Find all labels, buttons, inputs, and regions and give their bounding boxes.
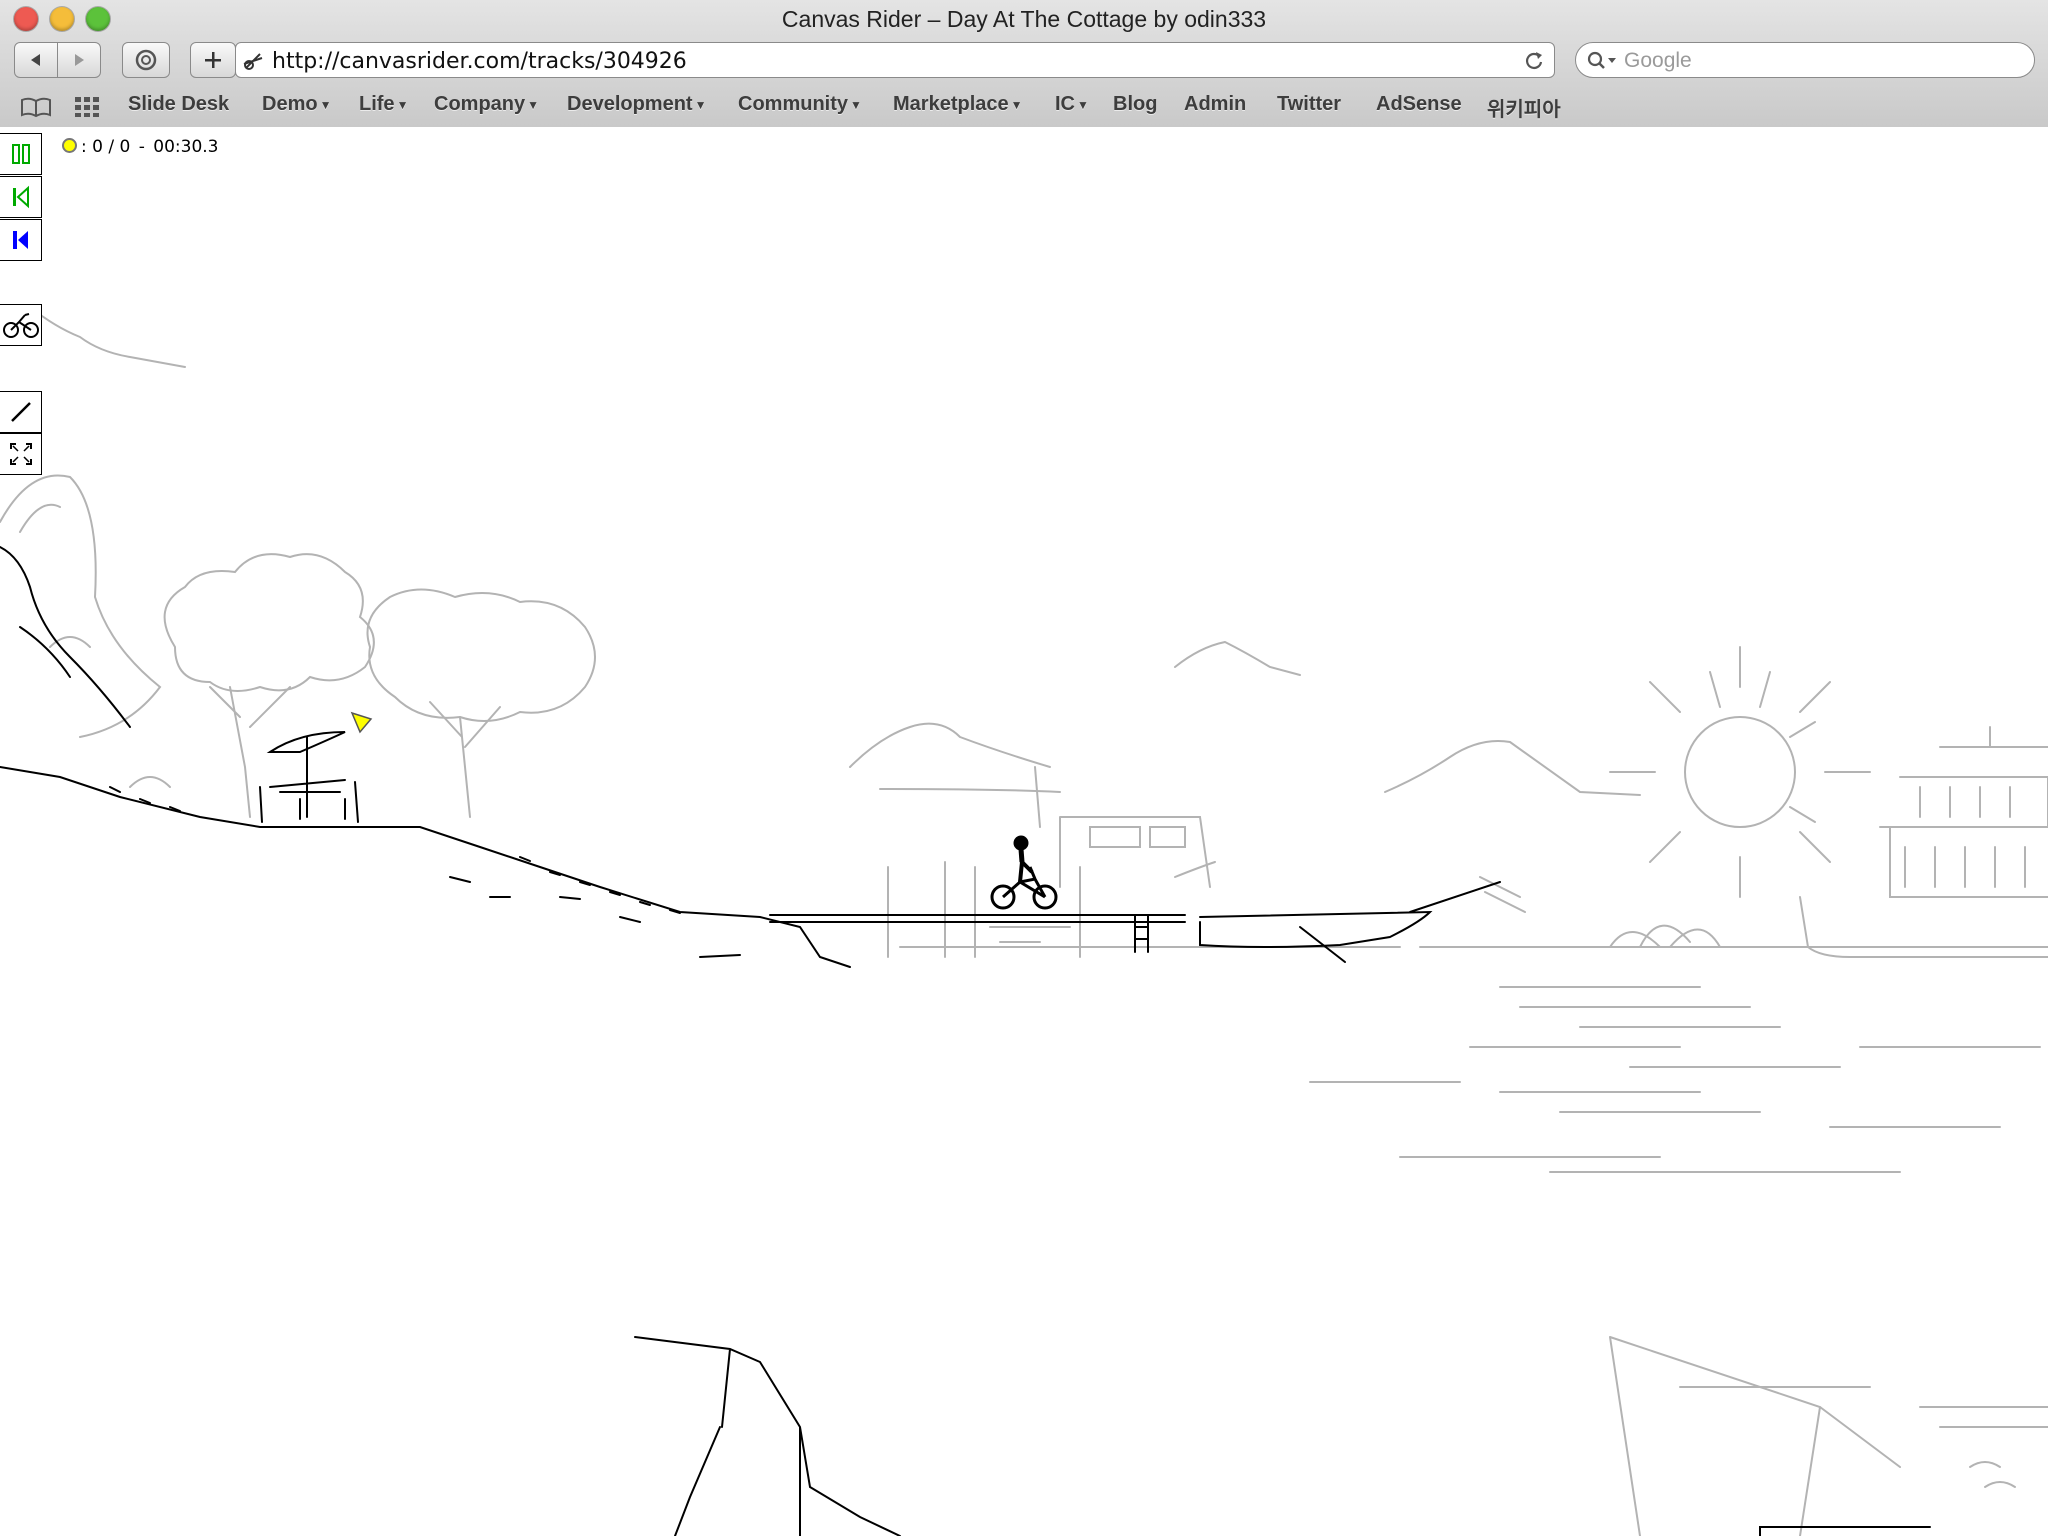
history-icon [135, 49, 157, 71]
checkpoint-icon [12, 231, 28, 249]
bookmark-demo-menu[interactable]: Demo ▼ [262, 93, 331, 116]
pause-button[interactable] [0, 133, 42, 175]
bookmark-life-menu[interactable]: Life ▼ [359, 93, 408, 116]
bookmark-adsense[interactable]: AdSense [1376, 93, 1462, 116]
stars-counter: : 0 / 0 [81, 137, 131, 157]
history-button[interactable] [122, 42, 170, 78]
bookmark-ic-menu[interactable]: IC ▼ [1055, 93, 1089, 116]
bookmark-company-menu[interactable]: Company ▼ [434, 93, 539, 116]
search-field[interactable]: Google [1575, 42, 2035, 78]
umbrella-scenery [266, 731, 346, 782]
bike-select-button[interactable] [0, 304, 42, 346]
fullscreen-icon [9, 443, 32, 465]
bookmark-admin[interactable]: Admin [1184, 93, 1246, 116]
bookmark-wikipia[interactable]: 위키피아 [1487, 93, 1561, 122]
line-tool-icon [10, 402, 31, 422]
checkpoint-button[interactable] [0, 219, 42, 261]
hud-separator: - [138, 137, 145, 157]
browser-chrome: Canvas Rider – Day At The Cottage by odi… [0, 0, 2048, 128]
plus-icon [205, 52, 221, 68]
bookmark-community-menu[interactable]: Community ▼ [738, 93, 862, 116]
chevron-down-icon: ▼ [396, 97, 409, 112]
track-scenery [0, 306, 2048, 1536]
pause-icon [11, 144, 30, 164]
url-text: http://canvasrider.com/tracks/304926 [272, 49, 687, 74]
chevron-down-icon: ▼ [319, 97, 332, 112]
bookmarks-bar: Slide Desk Demo ▼ Life ▼ Company ▼ Developm… [0, 88, 2048, 126]
window-title: Canvas Rider – Day At The Cottage by odi… [781, 6, 1267, 32]
bookmark-development-menu[interactable]: Development ▼ [567, 93, 706, 116]
reload-icon[interactable] [1524, 50, 1544, 70]
chevron-down-icon: ▼ [1077, 97, 1089, 112]
chevron-down-icon: ▼ [694, 97, 707, 112]
bookmark-slide-desk[interactable]: Slide Desk [128, 93, 229, 116]
bookmark-marketplace-menu[interactable]: Marketplace ▼ [893, 93, 1023, 116]
chevron-down-icon: ▼ [850, 97, 862, 112]
restart-icon [12, 185, 29, 209]
browser-toolbar: http://canvasrider.com/tracks/304926 Goo… [0, 38, 2048, 88]
restart-button[interactable] [0, 176, 42, 218]
game-canvas[interactable]: : 0 / 0 - 00:30.3 [0, 127, 2048, 1536]
elapsed-time: 00:30.3 [153, 137, 219, 157]
line-tool-button[interactable] [0, 391, 42, 433]
address-bar[interactable]: http://canvasrider.com/tracks/304926 [235, 42, 1555, 78]
title-bar: Canvas Rider – Day At The Cottage by odi… [0, 0, 2048, 38]
bike-rider [990, 835, 1058, 910]
reading-list-book-icon[interactable] [20, 96, 52, 118]
site-favicon-icon [243, 53, 263, 70]
back-arrow-icon [31, 54, 40, 66]
top-sites-grid-icon[interactable] [74, 96, 102, 118]
forward-arrow-icon [75, 54, 84, 66]
track-lines [0, 546, 1931, 1536]
bookmark-blog[interactable]: Blog [1113, 93, 1157, 116]
goal-star-icon [350, 711, 373, 734]
chevron-down-icon: ▼ [1010, 97, 1023, 112]
fullscreen-button[interactable] [0, 433, 42, 475]
game-hud: : 0 / 0 - 00:30.3 [62, 137, 221, 157]
star-counter-icon [62, 138, 77, 153]
forward-button[interactable] [57, 42, 101, 78]
bike-icon [2, 313, 39, 338]
chevron-down-icon: ▼ [527, 97, 540, 112]
search-icon [1587, 51, 1616, 69]
search-placeholder: Google [1624, 49, 1692, 72]
bookmark-twitter[interactable]: Twitter [1277, 93, 1341, 116]
add-bookmark-button[interactable] [190, 42, 236, 78]
back-button[interactable] [14, 42, 58, 78]
